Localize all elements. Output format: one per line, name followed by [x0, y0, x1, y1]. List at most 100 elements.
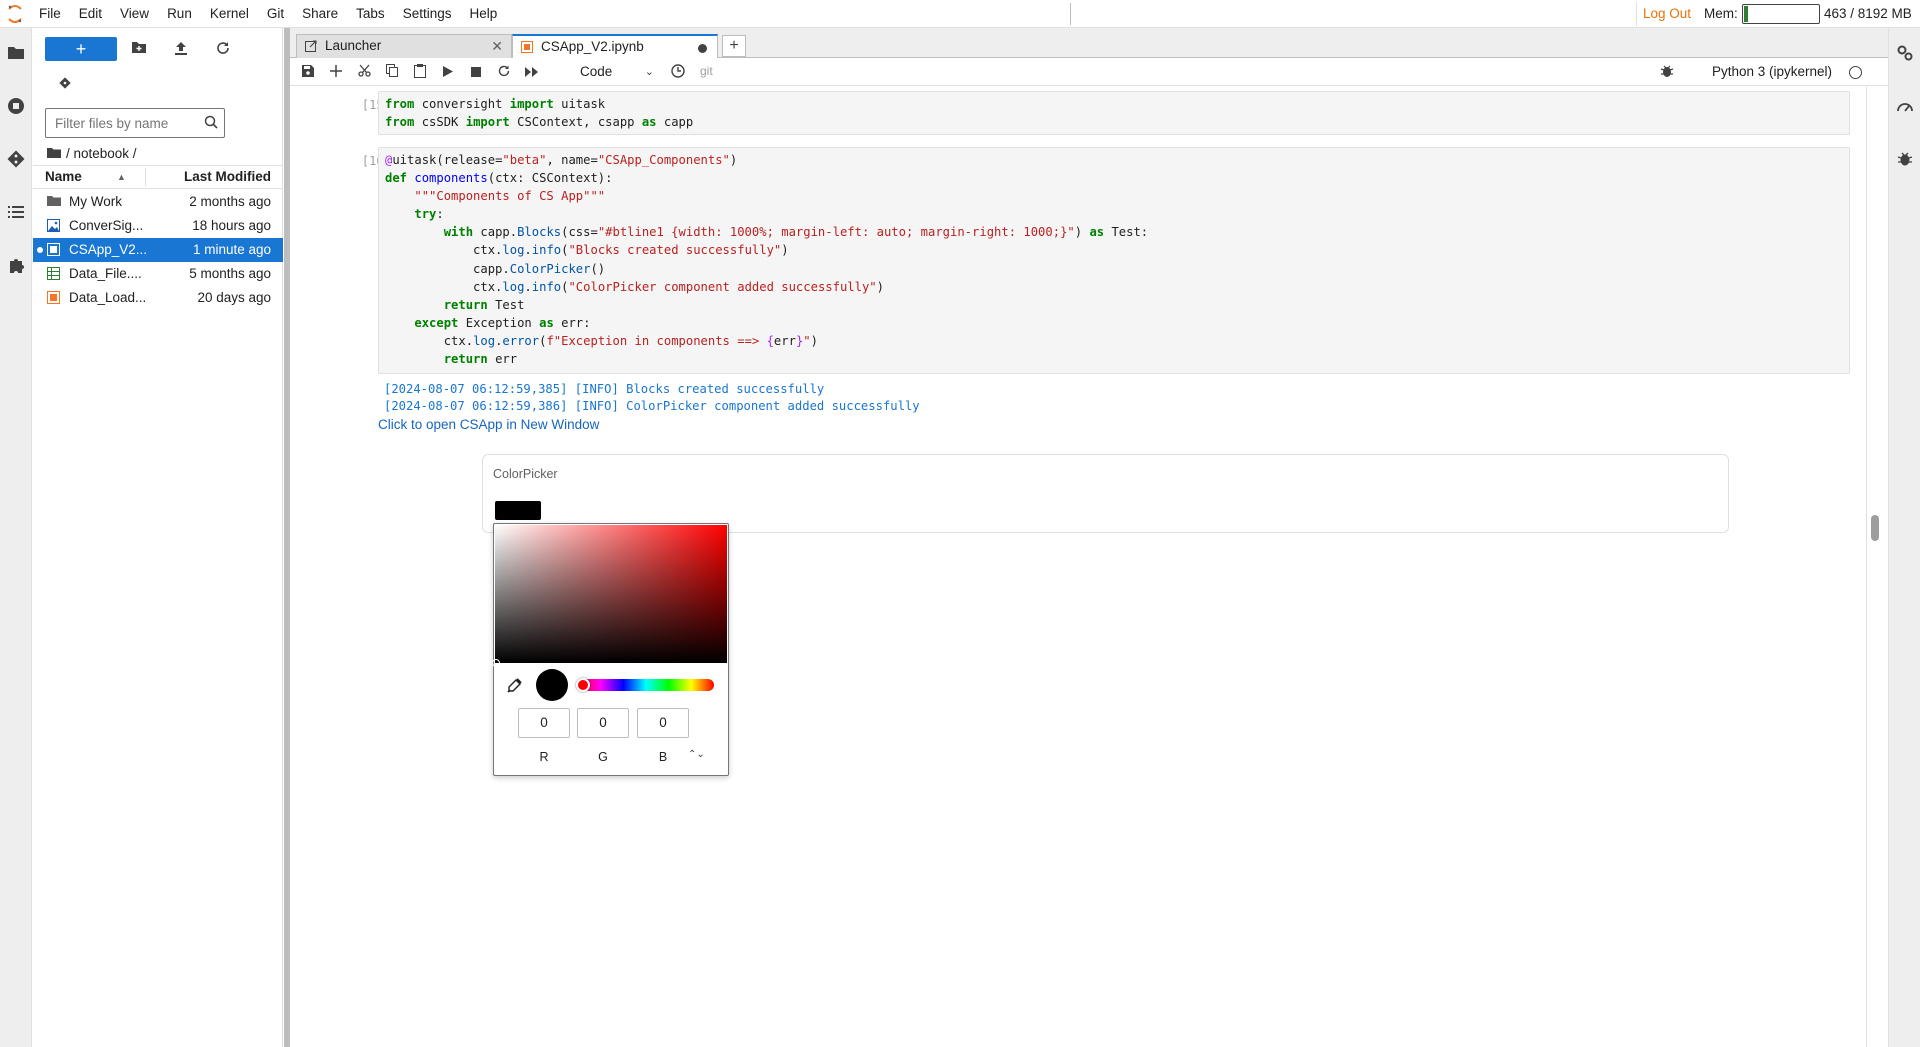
column-divider[interactable] [145, 168, 146, 186]
filter-files-input[interactable] [46, 109, 196, 137]
list-icon [8, 205, 24, 222]
eyedropper-icon[interactable] [506, 678, 522, 697]
filter-files-field[interactable] [45, 108, 225, 138]
interrupt-button[interactable] [464, 61, 488, 83]
scrollbar-thumb[interactable] [1871, 515, 1879, 541]
resource-usage-button[interactable] [1889, 87, 1920, 127]
close-icon[interactable]: ✕ [491, 35, 503, 57]
tab-notebook[interactable]: CSApp_V2.ipynb [512, 34, 718, 59]
folder-icon [7, 45, 25, 63]
new-folder-button[interactable] [125, 37, 153, 61]
menu-edit[interactable]: Edit [70, 0, 111, 28]
scrollbar-track[interactable] [1866, 87, 1867, 1047]
green-value-input[interactable]: 0 [577, 708, 629, 738]
red-value-input[interactable]: 0 [518, 708, 570, 738]
cell-timing-button[interactable] [666, 61, 690, 83]
menu-kernel[interactable]: Kernel [201, 0, 258, 28]
left-activity-bar [0, 28, 32, 1047]
file-row[interactable]: Data_File.... 5 months ago [33, 262, 283, 286]
file-name: CSApp_V2... [69, 242, 148, 257]
file-browser-panel: + / notebook / Name ▲ Last Modified My W… [33, 28, 283, 1047]
menu-settings[interactable]: Settings [394, 0, 461, 28]
color-mode-toggle-icon[interactable]: ⌃⌄ [688, 749, 705, 760]
new-tab-button[interactable]: + [722, 35, 746, 57]
git-icon [7, 150, 25, 171]
hue-slider-handle[interactable] [576, 678, 590, 692]
paste-button[interactable] [408, 61, 432, 83]
upload-icon [174, 41, 188, 58]
file-row[interactable]: Data_Load... 20 days ago [33, 286, 283, 310]
code-cell-editor[interactable]: from conversight import uitask from csSD… [378, 91, 1850, 135]
spreadsheet-icon [47, 267, 61, 281]
cut-button[interactable] [352, 61, 376, 83]
cell-type-dropdown[interactable]: Code ⌄ [574, 60, 658, 84]
document-tab-bar: Launcher ✕ CSApp_V2.ipynb + [290, 28, 1888, 59]
saturation-value-area[interactable] [492, 525, 727, 667]
menu-help[interactable]: Help [460, 0, 506, 28]
run-button[interactable] [436, 61, 460, 83]
file-modified: 2 months ago [189, 194, 271, 209]
debugger-button[interactable] [1889, 140, 1920, 180]
last-modified-column-header[interactable]: Last Modified [184, 166, 271, 188]
color-swatch-button[interactable] [495, 501, 541, 520]
insert-cell-button[interactable] [324, 61, 348, 83]
menu-view[interactable]: View [111, 0, 158, 28]
breadcrumb-path[interactable]: / notebook / [66, 146, 137, 161]
menu-file[interactable]: File [30, 0, 70, 28]
folder-icon [47, 195, 61, 209]
clipboard-icon [414, 63, 426, 81]
new-launcher-button[interactable]: + [45, 37, 117, 61]
restart-run-all-button[interactable] [520, 61, 544, 83]
code-content[interactable]: @uitask(release="beta", name="CSApp_Comp… [379, 148, 1849, 371]
memory-label: Mem: [1704, 6, 1738, 21]
refresh-button[interactable] [209, 37, 237, 61]
git-clone-icon [58, 76, 72, 93]
menu-share[interactable]: Share [293, 0, 347, 28]
file-row-selected[interactable]: CSApp_V2... 1 minute ago [33, 238, 283, 262]
upload-button[interactable] [167, 37, 195, 61]
restart-button[interactable] [492, 61, 516, 83]
output-log-line: [2024-08-07 06:12:59,386] [INFO] ColorPi… [384, 399, 920, 413]
menu-tabs[interactable]: Tabs [347, 0, 394, 28]
save-button[interactable] [296, 61, 320, 83]
running-tab-button[interactable] [0, 87, 32, 127]
saturation-value-handle[interactable] [492, 659, 500, 667]
breadcrumb[interactable]: / notebook / [47, 143, 137, 163]
logout-button[interactable]: Log Out [1636, 2, 1697, 26]
running-indicator [37, 247, 43, 253]
file-row[interactable]: My Work 2 months ago [33, 190, 283, 214]
name-column-header[interactable]: Name [45, 166, 82, 188]
kernel-name[interactable]: Python 3 (ipykernel) [1712, 58, 1832, 86]
blue-label: B [658, 750, 668, 764]
cell-type-value: Code [580, 64, 613, 79]
hue-slider[interactable] [578, 679, 714, 691]
unsaved-changes-dot[interactable] [698, 44, 707, 53]
blue-value-input[interactable]: 0 [637, 708, 689, 738]
menu-git[interactable]: Git [258, 0, 293, 28]
git-clone-button[interactable] [51, 72, 79, 96]
memory-usage-text: 463 / 8192 MB [1824, 6, 1912, 21]
notebook-icon [521, 41, 533, 56]
file-name: Data_Load... [69, 290, 147, 305]
file-name: ConverSig... [69, 218, 144, 233]
file-row[interactable]: ConverSig... 18 hours ago [33, 214, 283, 238]
notebook-icon [47, 291, 61, 305]
property-inspector-button[interactable] [1889, 34, 1920, 74]
debugger-bug-icon[interactable] [1660, 64, 1674, 81]
copy-button[interactable] [380, 61, 404, 83]
code-cell-editor[interactable]: @uitask(release="beta", name="CSApp_Comp… [378, 147, 1850, 374]
open-app-link[interactable]: Click to open CSApp in New Window [378, 417, 599, 432]
fast-forward-icon [525, 65, 539, 80]
play-icon [443, 65, 453, 80]
output-log-line: [2024-08-07 06:12:59,385] [INFO] Blocks … [384, 382, 825, 396]
tab-launcher[interactable]: Launcher ✕ [296, 34, 512, 58]
file-browser-tab-button[interactable] [0, 34, 32, 74]
extensions-tab-button[interactable] [0, 246, 32, 286]
scissors-icon [357, 64, 371, 80]
table-of-contents-tab-button[interactable] [0, 193, 32, 233]
home-folder-icon[interactable] [47, 146, 61, 161]
code-content[interactable]: from conversight import uitask from csSD… [379, 92, 1849, 134]
git-diff-button[interactable]: git [700, 58, 713, 84]
menu-run[interactable]: Run [158, 0, 201, 28]
git-tab-button[interactable] [0, 140, 32, 180]
